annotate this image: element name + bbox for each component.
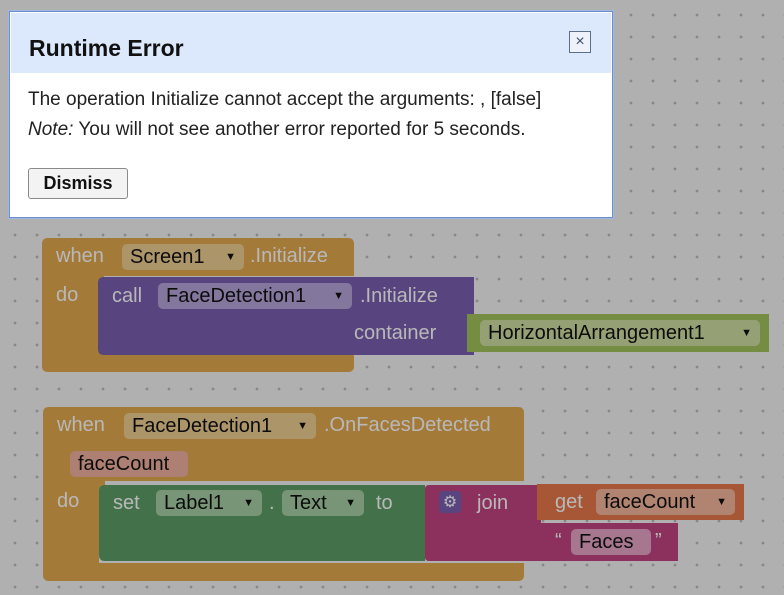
dialog-header: Runtime Error ×	[11, 13, 611, 73]
note-line: Note: You will not see another error rep…	[28, 119, 525, 141]
close-icon: ×	[575, 33, 585, 50]
note-text: You will not see another error reported …	[78, 119, 526, 140]
close-button[interactable]: ×	[569, 31, 591, 53]
dialog-title: Runtime Error	[29, 35, 184, 61]
dismiss-button[interactable]: Dismiss	[28, 168, 128, 199]
note-label: Note:	[28, 119, 74, 140]
runtime-error-dialog: Runtime Error × The operation Initialize…	[9, 11, 613, 218]
error-message: The operation Initialize cannot accept t…	[28, 89, 542, 110]
